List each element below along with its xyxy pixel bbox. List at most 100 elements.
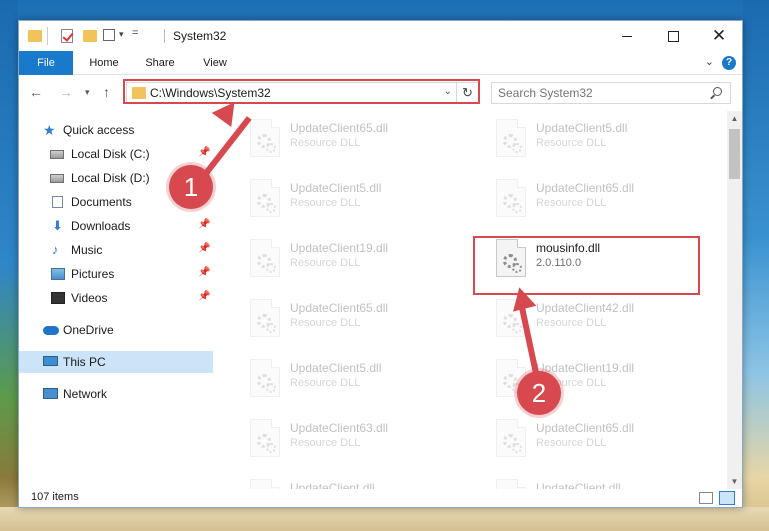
dll-file-icon xyxy=(496,419,526,457)
list-item[interactable]: UpdateClient19.dll Resource DLL xyxy=(250,237,480,289)
pin-icon[interactable]: 📌 xyxy=(198,147,210,158)
sidebar-item-pictures[interactable]: Pictures 📌 xyxy=(19,263,213,285)
close-icon: ✕ xyxy=(711,26,727,45)
list-item[interactable]: UpdateClient.dll Resource DLL xyxy=(250,477,480,489)
dll-file-icon xyxy=(496,479,526,489)
file-name: UpdateClient5.dll xyxy=(536,121,628,135)
tab-file[interactable]: File xyxy=(19,51,73,75)
pin-icon[interactable]: 📌 xyxy=(198,291,210,302)
dll-file-icon xyxy=(250,479,280,489)
list-item[interactable]: UpdateClient65.dll Resource DLL xyxy=(250,297,480,349)
this-pc-icon xyxy=(43,356,58,366)
help-button[interactable]: ? xyxy=(722,56,736,70)
list-item[interactable]: UpdateClient5.dll Resource DLL xyxy=(250,357,480,409)
expand-ribbon-icon[interactable]: ⌄ xyxy=(705,55,714,68)
list-item[interactable]: UpdateClient63.dll Resource DLL xyxy=(250,417,480,469)
desktop-background-left xyxy=(0,0,18,531)
file-type: Resource DLL xyxy=(290,437,361,449)
file-name: UpdateClient5.dll xyxy=(290,361,382,375)
star-icon: ★ xyxy=(43,122,56,138)
status-bar: 107 items xyxy=(19,489,742,507)
pin-icon[interactable]: 📌 xyxy=(198,267,210,278)
file-name: UpdateClient63.dll xyxy=(290,421,389,435)
recent-locations-icon[interactable]: ▾ xyxy=(85,87,90,98)
address-highlight-box xyxy=(123,79,480,104)
sidebar-item-network[interactable]: Network xyxy=(19,383,213,405)
sidebar-item-this-pc[interactable]: This PC xyxy=(19,351,213,373)
forward-arrow-icon[interactable]: → xyxy=(59,84,73,100)
search-box[interactable] xyxy=(491,82,731,104)
new-folder-icon[interactable] xyxy=(83,30,97,42)
up-arrow-icon[interactable]: ↑ xyxy=(103,84,110,100)
chevron-down-icon[interactable]: ▾ xyxy=(119,29,124,45)
tiles-view-icon[interactable] xyxy=(719,491,735,505)
step-badge-2: 2 xyxy=(517,371,561,415)
sidebar-item-label: Local Disk (C:) xyxy=(71,147,150,161)
file-type: Resource DLL xyxy=(536,137,607,149)
sidebar-item-label: Downloads xyxy=(71,219,131,233)
dll-file-icon xyxy=(250,239,280,277)
desktop-background-bottom xyxy=(0,507,769,531)
sidebar-item-onedrive[interactable]: OneDrive xyxy=(19,319,213,341)
file-name: UpdateClient.dll xyxy=(536,481,621,489)
pin-icon[interactable]: 📌 xyxy=(198,219,210,230)
sidebar-item-label: Documents xyxy=(71,195,132,209)
sidebar-item-local-disk-c[interactable]: Local Disk (C:) 📌 xyxy=(19,143,213,165)
sidebar-item-quick-access[interactable]: ★ Quick access xyxy=(19,119,213,141)
file-type: Resource DLL xyxy=(290,317,361,329)
list-item[interactable]: UpdateClient65.dll Resource DLL xyxy=(250,117,480,169)
step-badge-1: 1 xyxy=(169,165,213,209)
search-icon[interactable] xyxy=(713,87,722,96)
dll-file-icon xyxy=(250,119,280,157)
list-item[interactable]: UpdateClient5.dll Resource DLL xyxy=(496,117,726,169)
dll-file-icon xyxy=(250,359,280,397)
search-input[interactable] xyxy=(498,86,698,100)
details-view-icon[interactable] xyxy=(699,492,713,504)
file-name: UpdateClient19.dll xyxy=(290,241,389,255)
file-type: Resource DLL xyxy=(536,317,607,329)
scroll-up-icon[interactable]: ▲ xyxy=(727,111,742,126)
pictures-icon xyxy=(51,268,65,280)
pin-icon[interactable]: 📌 xyxy=(198,243,210,254)
list-item[interactable]: UpdateClient.dll Resource DLL xyxy=(496,477,726,489)
disk-icon xyxy=(50,150,64,159)
scroll-thumb[interactable] xyxy=(729,129,740,179)
sidebar-item-label: Videos xyxy=(71,291,108,305)
sidebar-item-downloads[interactable]: ⬇ Downloads 📌 xyxy=(19,215,213,237)
sidebar-item-music[interactable]: ♪ Music 📌 xyxy=(19,239,213,261)
close-button[interactable]: ✕ xyxy=(696,21,742,51)
onedrive-icon xyxy=(43,326,59,335)
list-item[interactable]: UpdateClient5.dll Resource DLL xyxy=(250,177,480,229)
file-name: UpdateClient65.dll xyxy=(536,421,635,435)
sidebar-item-label: Pictures xyxy=(71,267,115,281)
scroll-down-icon[interactable]: ▼ xyxy=(727,474,742,489)
maximize-button[interactable] xyxy=(650,21,696,51)
customize-icon[interactable] xyxy=(103,29,115,41)
sidebar-item-label: Local Disk (D:) xyxy=(71,171,150,185)
tab-view[interactable]: View xyxy=(193,51,237,75)
dll-file-icon xyxy=(250,419,280,457)
properties-icon[interactable] xyxy=(61,29,73,43)
minimize-button[interactable] xyxy=(604,21,650,51)
back-arrow-icon[interactable]: ← xyxy=(29,84,43,100)
tab-home[interactable]: Home xyxy=(81,51,127,75)
downloads-icon: ⬇ xyxy=(52,218,63,233)
file-highlight-box xyxy=(473,236,700,295)
sidebar-item-videos[interactable]: Videos 📌 xyxy=(19,287,213,309)
sidebar-item-label: Quick access xyxy=(63,123,135,137)
sidebar-item-label: Network xyxy=(63,387,108,401)
ribbon-tabs: File Home Share View ⌄ ? xyxy=(19,51,742,75)
window-title: System32 xyxy=(173,29,227,43)
vertical-scrollbar[interactable]: ▲ ▼ xyxy=(727,111,742,489)
title-bar: ▾ = System32 ✕ xyxy=(19,21,742,51)
file-name: UpdateClient19.dll xyxy=(536,361,635,375)
file-name: UpdateClient5.dll xyxy=(290,181,382,195)
tab-share[interactable]: Share xyxy=(137,51,183,75)
quick-access-dropdown-icon[interactable]: = xyxy=(132,27,138,43)
list-item[interactable]: UpdateClient65.dll Resource DLL xyxy=(496,177,726,229)
file-type: Resource DLL xyxy=(536,437,607,449)
file-name: UpdateClient.dll xyxy=(290,481,375,489)
documents-icon xyxy=(52,196,63,208)
file-name: UpdateClient65.dll xyxy=(290,121,389,135)
list-item[interactable]: UpdateClient65.dll Resource DLL xyxy=(496,417,726,469)
